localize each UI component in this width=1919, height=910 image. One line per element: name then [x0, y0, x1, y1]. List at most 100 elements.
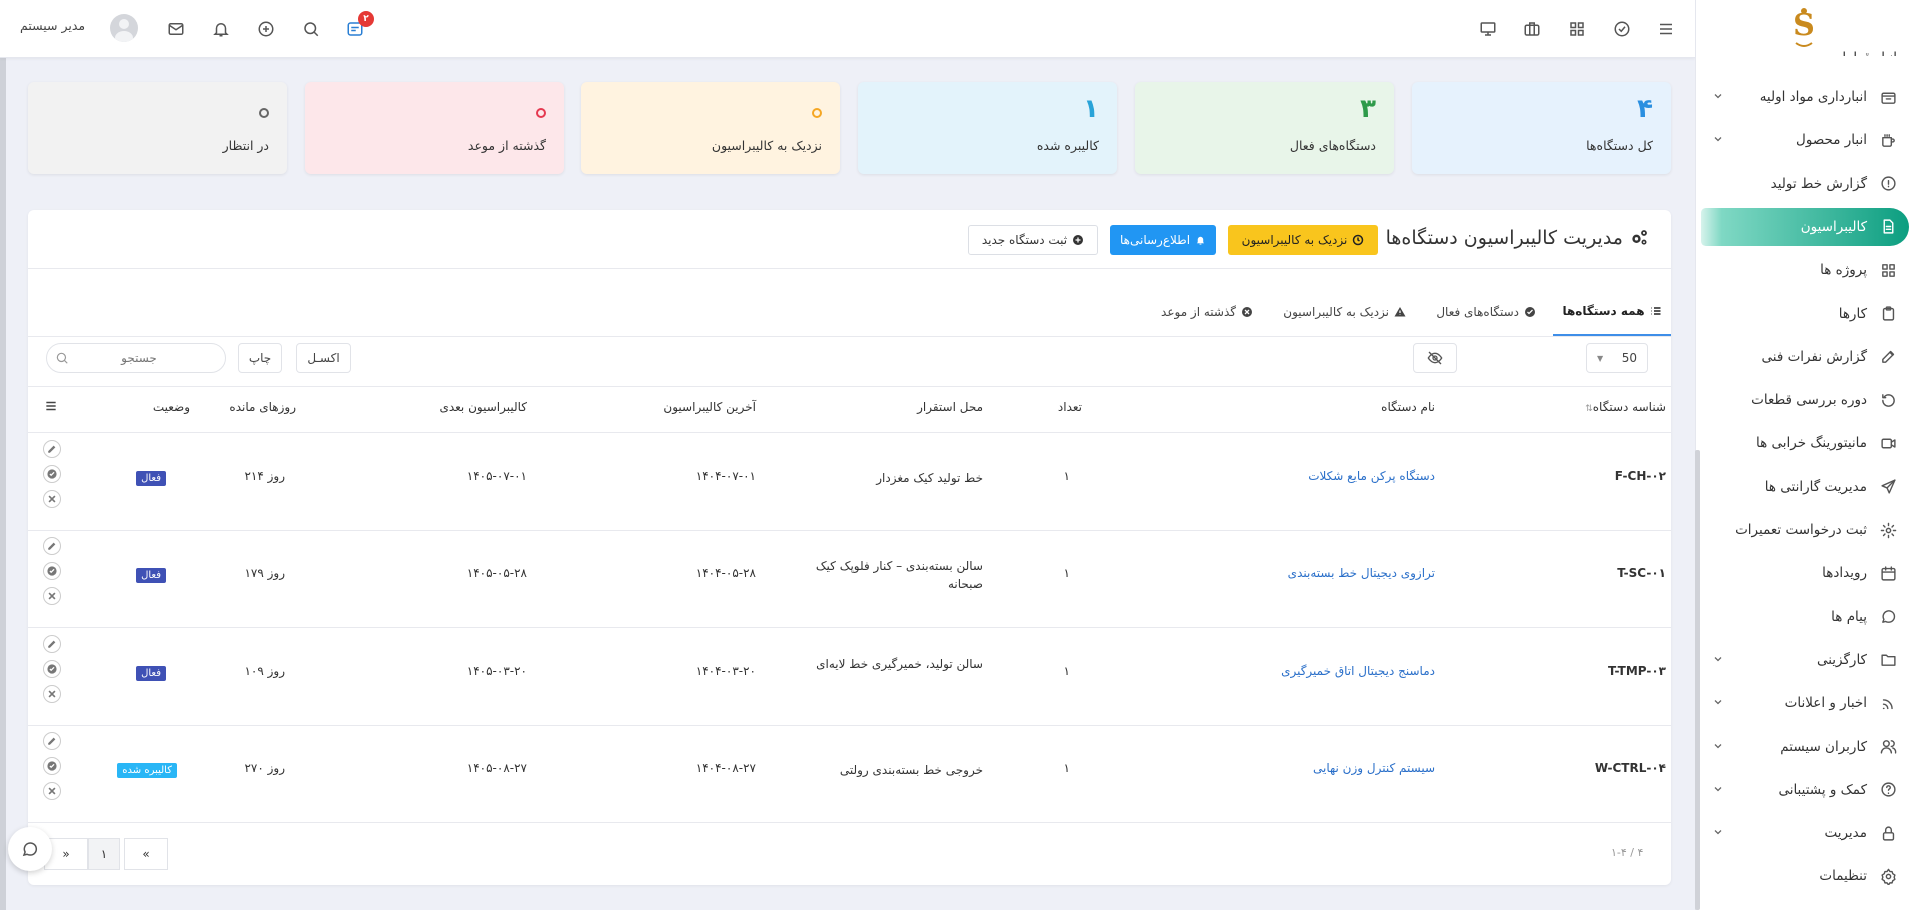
- menu-icon[interactable]: [1654, 17, 1678, 41]
- sidebar-item-14[interactable]: کارگزینی: [1702, 641, 1897, 679]
- sidebar-item-label: مانیتورینگ خرابی ها: [1755, 435, 1867, 452]
- sort-icon: ⇅: [1585, 404, 1593, 414]
- search-icon[interactable]: [299, 17, 323, 41]
- stat-status-dot: [812, 108, 822, 118]
- tab-near-calibration[interactable]: نزدیک به کالیبراسیون: [1283, 288, 1406, 336]
- chat-icon: [22, 842, 38, 857]
- excel-button-label: اکسـل: [307, 351, 340, 365]
- stat-label: کالیبره شده: [1036, 138, 1099, 153]
- bell-icon[interactable]: [209, 17, 233, 41]
- sidebar-item-partial[interactable]: انبار قطعات: [1702, 36, 1897, 56]
- stat-label: دستگاه‌های فعال: [1289, 138, 1376, 153]
- cell-device-name[interactable]: دستگاه پرکن مایع شکلات: [1308, 469, 1435, 483]
- sidebar-item-6[interactable]: کارها: [1702, 295, 1897, 333]
- approve-button[interactable]: [43, 757, 61, 775]
- warning-icon: [1394, 307, 1406, 317]
- sidebar-item-1[interactable]: انبارداری مواد اولیه: [1702, 78, 1897, 116]
- search-input[interactable]: [69, 351, 209, 365]
- chat-bubble-button[interactable]: [8, 827, 52, 871]
- near-calibration-button[interactable]: نزدیک به کالیبراسیون: [1228, 225, 1378, 255]
- sidebar-item-4[interactable]: کالیبراسیون: [1701, 207, 1909, 246]
- columns-menu-icon[interactable]: [44, 399, 58, 413]
- gears-icon: [1629, 228, 1649, 248]
- edit-button[interactable]: [43, 537, 61, 555]
- sidebar-item-17[interactable]: کمک و پشتیبانی: [1702, 771, 1897, 809]
- sidebar-item-11[interactable]: ثبت درخواست تعمیرات: [1702, 511, 1897, 549]
- cell-device-name[interactable]: ترازوی دیجیتال خط بسته‌بندی: [1288, 566, 1435, 580]
- tab-all-devices[interactable]: همه دستگاه‌ها: [1553, 288, 1671, 336]
- new-device-button-label: ثبت دستگاه جدید: [981, 233, 1068, 247]
- sidebar-item-8[interactable]: دوره بررسی قطعات: [1702, 381, 1897, 419]
- col-header-days-left[interactable]: روزهای مانده: [229, 400, 296, 414]
- sidebar-item-19[interactable]: تنظیمات: [1702, 857, 1897, 895]
- grid-icon: [1879, 261, 1897, 279]
- sidebar-item-7[interactable]: گزارش نفرات فنی: [1702, 338, 1897, 376]
- chevron-down-icon: [1712, 740, 1724, 752]
- cell-device-name[interactable]: سیستم کنترل وزن نهایی: [1313, 761, 1435, 775]
- col-header-id[interactable]: ⇅شناسه دستگاه: [1585, 400, 1666, 414]
- col-header-last-calibration[interactable]: آخرین کالیبراسیون: [663, 400, 756, 414]
- edit-button[interactable]: [43, 732, 61, 750]
- briefcase-icon[interactable]: [1520, 17, 1544, 41]
- plus-circle-icon[interactable]: [254, 17, 278, 41]
- rotate-icon: [1879, 391, 1897, 409]
- column-visibility-button[interactable]: [1413, 343, 1457, 373]
- users-icon: [1879, 738, 1897, 756]
- stat-label: نزدیک به کالیبراسیون: [711, 138, 822, 153]
- sidebar-item-5[interactable]: پروژه ها: [1702, 251, 1897, 289]
- approve-button[interactable]: [43, 660, 61, 678]
- approve-button[interactable]: [43, 562, 61, 580]
- edit-button[interactable]: [43, 635, 61, 653]
- delete-button[interactable]: [43, 587, 61, 605]
- edit-button[interactable]: [43, 440, 61, 458]
- cell-last-calibration: ۱۴۰۴-۰۵-۲۸: [695, 566, 756, 580]
- col-header-next-calibration[interactable]: کالیبراسیون بعدی: [439, 400, 527, 414]
- tab-active-devices[interactable]: دستگاه‌های فعال: [1436, 288, 1536, 336]
- sidebar-scrollbar[interactable]: [1695, 450, 1700, 910]
- col-header-location[interactable]: محل استقرار: [917, 400, 983, 414]
- sidebar-item-3[interactable]: گزارش خط تولید: [1702, 165, 1897, 203]
- tab-overdue[interactable]: گذشته از موعد: [1161, 288, 1253, 336]
- print-button[interactable]: چاپ: [238, 343, 282, 373]
- sidebar-item-label: پیام ها: [1831, 608, 1867, 625]
- status-badge: فعال: [136, 471, 166, 486]
- avatar[interactable]: [110, 14, 138, 42]
- cell-location: خط تولید کیک مغزدار: [876, 471, 983, 485]
- col-header-status[interactable]: وضعیت: [153, 400, 190, 414]
- sidebar-item-10[interactable]: مدیریت گارانتی ها: [1702, 468, 1897, 506]
- cell-location: سالن بسته‌بندی – کنار فلوپک کیک صبحانه: [815, 559, 983, 591]
- sidebar-item-15[interactable]: اخبار و اعلانات: [1702, 684, 1897, 722]
- monitor-icon[interactable]: [1476, 17, 1500, 41]
- col-header-name[interactable]: نام دستگاه: [1381, 400, 1435, 414]
- search-field[interactable]: [46, 343, 226, 373]
- pagination-prev[interactable]: «: [124, 838, 168, 870]
- approve-button[interactable]: [43, 465, 61, 483]
- cell-location: خروجی خط بسته‌بندی رولتی: [839, 763, 983, 777]
- pagination-page-1[interactable]: ۱: [88, 838, 120, 870]
- sidebar-item-13[interactable]: پیام ها: [1702, 598, 1897, 636]
- stat-card-5: گذشته از موعد: [305, 82, 564, 174]
- mail-icon[interactable]: [164, 17, 188, 41]
- cell-device-name[interactable]: دماسنج دیجیتال اتاق خمیرگیری: [1281, 664, 1435, 678]
- row-divider: [28, 627, 1671, 628]
- page-size-select[interactable]: ▼ 50: [1586, 343, 1648, 373]
- gear-icon: [1879, 867, 1897, 885]
- new-device-button[interactable]: ثبت دستگاه جدید: [968, 225, 1098, 255]
- stat-label: در انتظار: [222, 138, 269, 153]
- notifications-button[interactable]: اطلاع‌رسانی‌ها: [1110, 225, 1216, 255]
- delete-button[interactable]: [43, 782, 61, 800]
- check-circle-icon[interactable]: [1610, 17, 1634, 41]
- col-header-qty[interactable]: تعداد: [1058, 400, 1082, 414]
- sidebar-item-2[interactable]: انبار محصول: [1702, 121, 1897, 159]
- delete-button[interactable]: [43, 490, 61, 508]
- col-header-id-label: شناسه دستگاه: [1592, 400, 1666, 414]
- sidebar-item-12[interactable]: رویدادها: [1702, 554, 1897, 592]
- sidebar-item-9[interactable]: مانیتورینگ خرابی ها: [1702, 424, 1897, 462]
- excel-button[interactable]: اکسـل: [296, 343, 351, 373]
- sidebar-item-16[interactable]: کاربران سیستم: [1702, 728, 1897, 766]
- sidebar-item-label: کارها: [1838, 305, 1867, 322]
- delete-button[interactable]: [43, 685, 61, 703]
- sidebar-item-18[interactable]: مدیریت: [1702, 814, 1897, 852]
- apps-grid-icon[interactable]: [1565, 17, 1589, 41]
- chat-notifications-icon[interactable]: ۲: [343, 11, 374, 41]
